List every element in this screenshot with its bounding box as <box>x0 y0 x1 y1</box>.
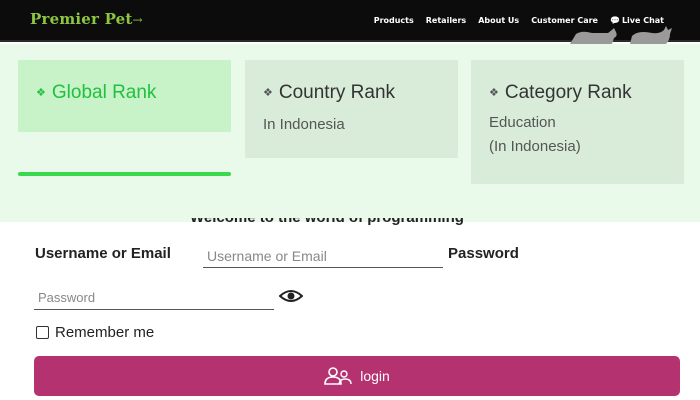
pets-silhouette-icon <box>570 26 672 44</box>
active-tab-indicator <box>18 172 231 176</box>
brand-logo[interactable]: Premier Pet→ <box>30 10 143 28</box>
nav-retailers[interactable]: Retailers <box>426 16 466 25</box>
password-label: Password <box>448 245 519 262</box>
username-input[interactable] <box>203 244 443 268</box>
category-rank-card[interactable]: ❖ Category Rank Education (In Indonesia) <box>471 60 684 184</box>
global-rank-card[interactable]: ❖ Global Rank <box>18 60 231 132</box>
remember-me: Remember me <box>36 324 154 341</box>
brand-name: Premier Pet <box>30 10 133 28</box>
category-rank-title: Category Rank <box>504 82 632 103</box>
leaf-icon: ❖ <box>263 87 273 100</box>
leaf-icon: ❖ <box>489 87 499 100</box>
category-rank-subtitle: Education <box>489 114 556 131</box>
category-rank-subtitle-2: (In Indonesia) <box>489 138 581 155</box>
leaf-icon: ❖ <box>36 87 46 100</box>
global-rank-title: Global Rank <box>51 82 157 103</box>
remember-checkbox[interactable] <box>36 326 49 339</box>
country-rank-title: Country Rank <box>278 82 396 103</box>
top-navigation-bar: Premier Pet→ Products Retailers About Us… <box>0 0 700 44</box>
user-group-icon <box>324 367 352 385</box>
country-rank-subtitle: In Indonesia <box>263 116 345 133</box>
nav-products[interactable]: Products <box>374 16 414 25</box>
nav-about-us[interactable]: About Us <box>478 16 519 25</box>
password-input[interactable] <box>34 286 274 310</box>
rank-overlay: ❖ Global Rank ❖ Country Rank In Indonesia … <box>0 44 700 222</box>
eye-icon[interactable] <box>279 288 303 304</box>
brand-tail: → <box>132 13 143 27</box>
remember-label: Remember me <box>55 324 155 341</box>
country-rank-card[interactable]: ❖ Country Rank In Indonesia <box>245 60 458 158</box>
login-button[interactable]: login <box>34 356 680 396</box>
username-label: Username or Email <box>35 245 171 262</box>
login-label: login <box>360 368 390 384</box>
